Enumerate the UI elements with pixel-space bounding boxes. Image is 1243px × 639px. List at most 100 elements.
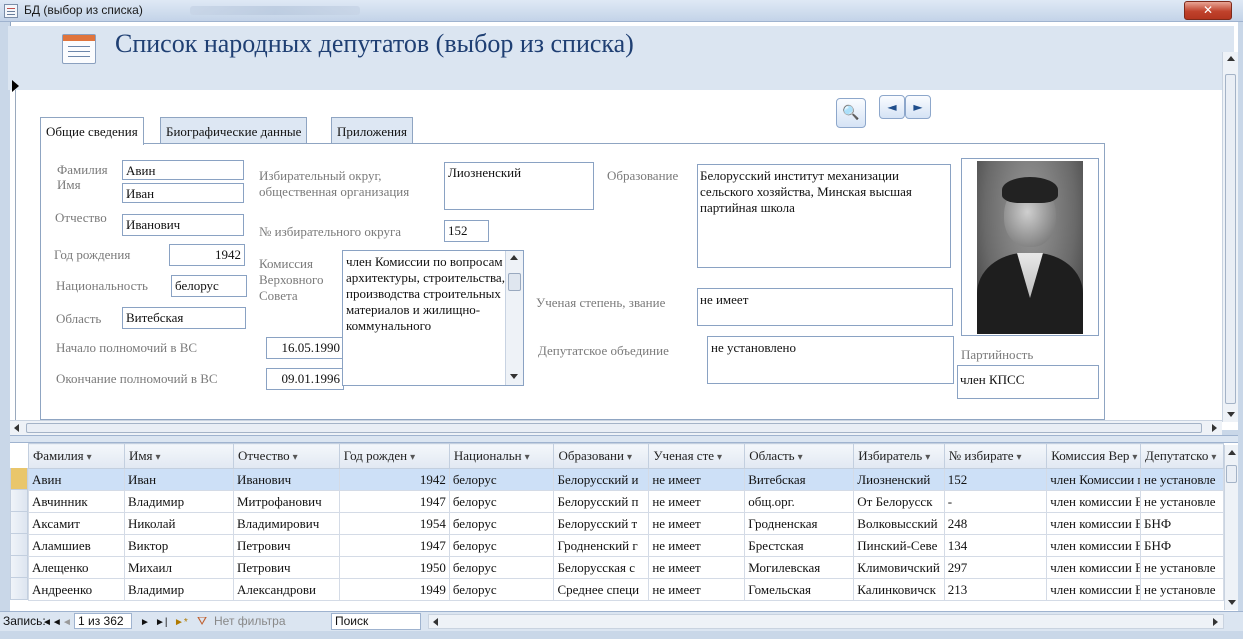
table-cell[interactable]: 248 xyxy=(943,512,1048,535)
table-row[interactable]: Андреенко Владимир Александрови 1949 белорус… xyxy=(28,578,1224,601)
table-cell[interactable]: Александрови xyxy=(232,578,340,601)
table-cell[interactable]: 1949 xyxy=(338,578,450,601)
column-header[interactable]: Комиссия Вер ▾ xyxy=(1046,443,1142,469)
table-cell[interactable]: член комиссии В xyxy=(1046,512,1142,535)
table-cell[interactable]: 1950 xyxy=(338,556,450,579)
faction-field[interactable]: не установлено xyxy=(707,336,954,384)
column-header[interactable]: Имя ▾ xyxy=(123,443,234,469)
table-cell[interactable]: Волковысский xyxy=(853,512,945,535)
table-cell[interactable]: БНФ xyxy=(1140,512,1224,535)
table-cell[interactable]: Авчинник xyxy=(28,490,125,513)
table-cell[interactable]: Владимирович xyxy=(232,512,340,535)
table-cell[interactable]: белорус xyxy=(448,556,555,579)
table-cell[interactable]: не имеет xyxy=(648,556,746,579)
district-no-field[interactable]: 152 xyxy=(444,220,489,242)
row-selector[interactable] xyxy=(10,578,28,600)
table-cell[interactable]: Белорусская с xyxy=(553,556,650,579)
table-cell[interactable]: Белорусский и xyxy=(553,468,650,491)
table-cell[interactable]: Белорусский т xyxy=(553,512,650,535)
table-row[interactable]: Аксамит Николай Владимирович 1954 белорус Бел… xyxy=(28,512,1224,535)
scroll-up-icon[interactable] xyxy=(510,255,518,260)
row-selector[interactable] xyxy=(10,534,28,556)
table-cell[interactable]: Могилевская xyxy=(744,556,855,579)
search-input[interactable]: Поиск xyxy=(331,613,421,630)
tab-biography[interactable]: Биографические данные xyxy=(160,117,308,143)
table-cell[interactable]: 1954 xyxy=(338,512,450,535)
table-cell[interactable]: 1947 xyxy=(338,490,450,513)
table-cell[interactable]: Климовичский xyxy=(853,556,945,579)
close-button[interactable]: ✕ xyxy=(1184,1,1232,20)
table-cell[interactable]: Николай xyxy=(123,512,234,535)
degree-field[interactable]: не имеет xyxy=(697,288,953,326)
table-cell[interactable]: 297 xyxy=(943,556,1048,579)
table-cell[interactable]: Витебская xyxy=(744,468,855,491)
table-cell[interactable]: не имеет xyxy=(648,490,746,513)
scroll-up-icon[interactable] xyxy=(1227,56,1235,61)
term-end-field[interactable]: 09.01.1996 xyxy=(266,368,344,390)
next-record-nav-button[interactable]: ► xyxy=(140,615,150,630)
next-record-button[interactable]: ► xyxy=(905,95,931,119)
table-cell[interactable]: Иван xyxy=(123,468,234,491)
table-cell[interactable]: Виктор xyxy=(123,534,234,557)
prev-record-button[interactable]: ◄ xyxy=(62,615,72,630)
table-cell[interactable]: член комиссии В xyxy=(1046,556,1142,579)
column-header[interactable]: Отчество ▾ xyxy=(232,443,340,469)
current-record-field[interactable]: 1 из 362 xyxy=(74,613,132,629)
scroll-thumb[interactable] xyxy=(1225,74,1236,404)
table-row[interactable]: Авин Иван Иванович 1942 белорус Белорусский и… xyxy=(28,468,1224,491)
table-cell[interactable]: Брестская xyxy=(744,534,855,557)
district-field[interactable]: Лиозненский xyxy=(444,162,594,210)
table-cell[interactable]: член Комиссии п xyxy=(1046,468,1142,491)
table-cell[interactable]: Аксамит xyxy=(28,512,125,535)
table-cell[interactable]: Белорусский п xyxy=(553,490,650,513)
scroll-thumb[interactable] xyxy=(1226,465,1237,483)
filter-status[interactable]: Нет фильтра xyxy=(214,614,286,629)
column-header[interactable]: Область ▾ xyxy=(744,443,855,469)
table-cell[interactable]: не имеет xyxy=(648,512,746,535)
table-cell[interactable]: белорус xyxy=(448,534,555,557)
table-cell[interactable]: Петрович xyxy=(232,556,340,579)
table-cell[interactable]: Владимир xyxy=(123,490,234,513)
table-row[interactable]: Аламшиев Виктор Петрович 1947 белорус Гроднен… xyxy=(28,534,1224,557)
table-cell[interactable]: Среднее специ xyxy=(553,578,650,601)
form-horizontal-scrollbar[interactable] xyxy=(10,420,1222,435)
table-cell[interactable]: - xyxy=(943,490,1048,513)
surname-field[interactable]: Авин xyxy=(122,160,244,180)
scroll-thumb[interactable] xyxy=(508,273,521,291)
row-selector[interactable] xyxy=(10,556,28,578)
first-record-button[interactable]: ◄◄ xyxy=(42,615,62,630)
datasheet-vertical-scrollbar[interactable] xyxy=(1224,445,1238,610)
form-vertical-scrollbar[interactable] xyxy=(1222,52,1238,422)
column-header[interactable]: Фамилия ▾ xyxy=(28,443,125,469)
table-cell[interactable]: Владимир xyxy=(123,578,234,601)
scroll-down-icon[interactable] xyxy=(1227,412,1235,417)
column-header[interactable]: Избиратель ▾ xyxy=(853,443,945,469)
last-record-button[interactable]: ►| xyxy=(155,615,168,630)
previous-record-button[interactable]: ◄ xyxy=(879,95,905,119)
table-cell[interactable]: общ.орг. xyxy=(744,490,855,513)
party-field[interactable]: член КПСС xyxy=(957,365,1099,399)
scroll-down-icon[interactable] xyxy=(510,374,518,379)
column-header[interactable]: № избирате ▾ xyxy=(943,443,1048,469)
new-record-button[interactable]: ►* xyxy=(174,615,188,630)
nationality-field[interactable]: белорус xyxy=(171,275,247,297)
table-cell[interactable]: Михаил xyxy=(123,556,234,579)
table-cell[interactable]: не установле xyxy=(1140,556,1224,579)
table-cell[interactable]: не имеет xyxy=(648,534,746,557)
table-cell[interactable]: Авин xyxy=(28,468,125,491)
table-cell[interactable]: Пинский-Севе xyxy=(853,534,945,557)
table-cell[interactable]: БНФ xyxy=(1140,534,1224,557)
scroll-thumb[interactable] xyxy=(26,423,1202,433)
term-start-field[interactable]: 16.05.1990 xyxy=(266,337,344,359)
table-cell[interactable]: белорус xyxy=(448,578,555,601)
scroll-right-icon[interactable] xyxy=(1213,618,1218,626)
table-cell[interactable]: белорус xyxy=(448,490,555,513)
table-cell[interactable]: не установле xyxy=(1140,578,1224,601)
table-cell[interactable]: не установле xyxy=(1140,490,1224,513)
table-row[interactable]: Авчинник Владимир Митрофанович 1947 белорус Б… xyxy=(28,490,1224,513)
commission-scrollbar[interactable] xyxy=(505,251,523,385)
column-header[interactable]: Год рожден ▾ xyxy=(338,443,450,469)
table-cell[interactable]: Лиозненский xyxy=(853,468,945,491)
tab-general-info[interactable]: Общие сведения xyxy=(40,117,144,145)
region-field[interactable]: Витебская xyxy=(122,307,246,329)
